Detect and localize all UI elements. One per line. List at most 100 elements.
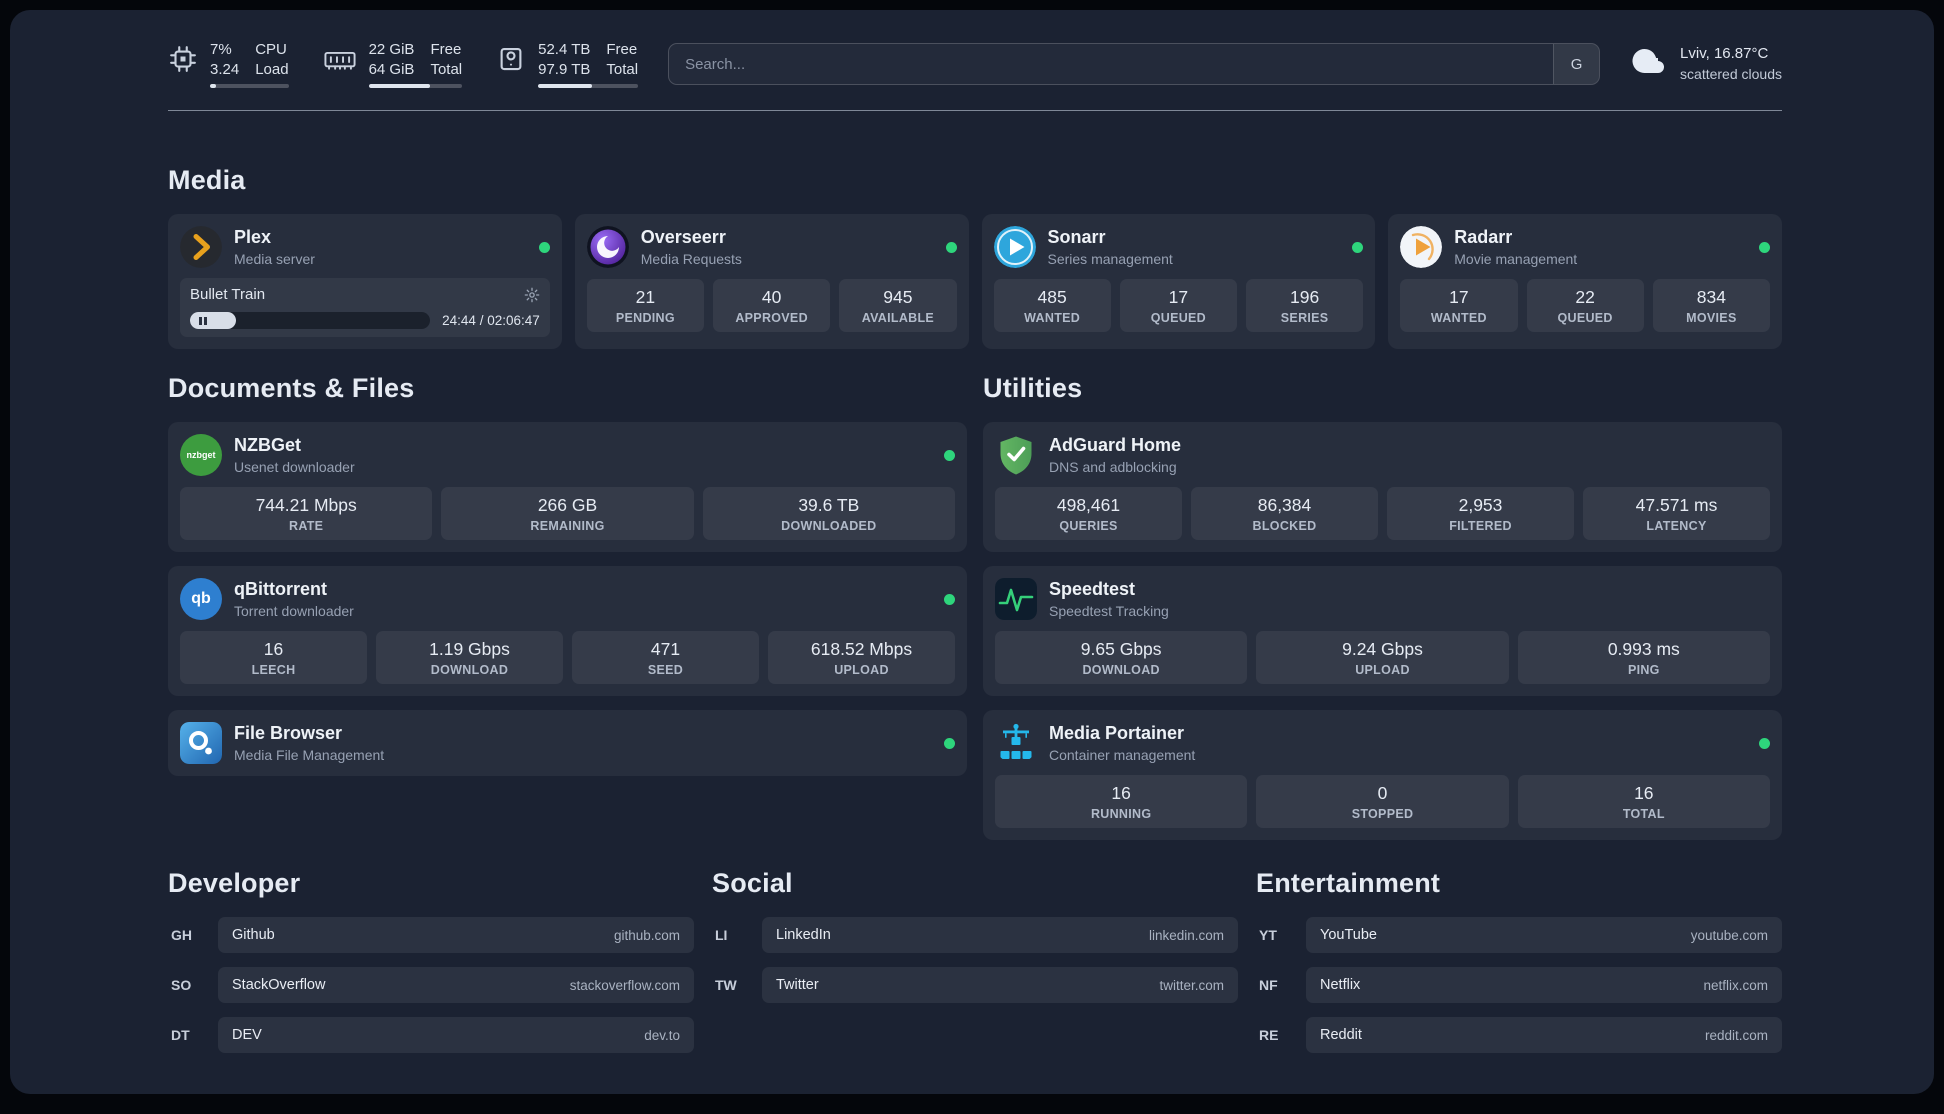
bookmark-twitter[interactable]: TW Twitter twitter.com [712,967,1238,1003]
stat-label: LEECH [251,663,296,677]
entertainment-section-title: Entertainment [1256,868,1441,898]
service-subtitle: Media Requests [640,251,742,268]
service-name: Sonarr [1047,226,1106,247]
bookmark-domain: twitter.com [1159,977,1224,993]
service-card-qbittorrent[interactable]: qb qBittorrent Torrent downloader 16 LEE… [168,566,967,696]
bookmark-abbr: LI [715,927,728,943]
bookmark-abbr: TW [715,977,737,993]
service-subtitle: Media server [234,251,315,268]
media-section: Media Plex Media server Bullet Train 24:… [168,165,1782,349]
bookmark-domain: dev.to [644,1027,680,1043]
stat-label: PENDING [615,311,675,325]
cpu-usage-bar [210,84,289,88]
service-name: Overseerr [640,226,726,247]
bookmark-abbr: NF [1259,977,1278,993]
stat-value: 2,953 [1458,495,1503,515]
stat-label: STOPPED [1351,807,1414,821]
stat-value: 196 [1290,287,1320,307]
stat-value: 498,461 [1056,495,1121,515]
stat-tile: 9.24 Gbps UPLOAD [1256,631,1509,684]
stat-tile: 16 LEECH [180,631,367,684]
service-name: NZBGet [234,434,301,455]
disk-icon [496,44,526,79]
bookmark-dev[interactable]: DT DEV dev.to [168,1017,694,1053]
service-card-plex[interactable]: Plex Media server Bullet Train 24:44 / 0… [168,214,562,349]
service-card-overseerr[interactable]: Overseerr Media Requests 21 PENDING 40 A… [574,214,969,349]
bookmark-domain: reddit.com [1704,1027,1768,1043]
stat-tile: 17 QUEUED [1119,279,1237,332]
status-dot [1759,737,1770,749]
bookmark-stackoverflow[interactable]: SO StackOverflow stackoverflow.com [168,967,694,1003]
service-name: qBittorrent [234,578,327,599]
stat-value: 1.19 Gbps [429,639,510,659]
search-bar[interactable]: G [668,43,1601,85]
radarr-icon [1400,226,1443,268]
stat-value: 0.993 ms [1607,639,1680,659]
bookmark-youtube[interactable]: YT YouTube youtube.com [1256,917,1782,953]
service-card-nzbget[interactable]: nzbget NZBGet Usenet downloader 744.21 M… [168,422,967,552]
disk-total-value: 97.9 TB [538,60,591,78]
disk-free-value: 52.4 TB [538,41,591,58]
stat-tile: 266 GB REMAINING [441,487,694,540]
stat-value: 40 [761,287,782,307]
bookmark-domain: github.com [613,927,680,943]
plex-icon [180,226,222,268]
system-widgets: 7% 3.24 CPU Load 22 GiB 64 GiB Free Tota… [168,40,639,88]
memory-free-label: Free [430,41,462,58]
bookmark-name: Reddit [1320,1027,1362,1043]
service-name: Speedtest [1049,578,1136,599]
service-card-filebrowser[interactable]: File Browser Media File Management [168,710,967,776]
stat-tile: 0 STOPPED [1256,775,1509,828]
stat-label: TOTAL [1622,807,1665,821]
service-card-sonarr[interactable]: Sonarr Series management 485 WANTED 17 Q… [981,214,1376,349]
memory-icon [323,44,357,79]
bookmark-linkedin[interactable]: LI LinkedIn linkedin.com [712,917,1238,953]
playback-progress-bar [190,312,431,329]
stat-label: DOWNLOADED [781,519,877,533]
stat-value: 21 [635,287,656,307]
stat-tile: 834 MOVIES [1652,279,1770,332]
bookmark-reddit[interactable]: RE Reddit reddit.com [1256,1017,1782,1053]
documents-section-title: Documents & Files [168,373,415,403]
bookmark-github[interactable]: GH Github github.com [168,917,694,953]
search-input[interactable] [669,55,1554,73]
stat-label: DOWNLOAD [430,663,509,677]
stat-label: UPLOAD [1355,663,1410,677]
weather-condition: scattered clouds [1680,65,1782,82]
stat-label: QUEUED [1557,311,1613,325]
portainer-icon [995,722,1037,764]
stat-label: WANTED [1430,311,1487,325]
playback-time: 24:44 / 02:06:47 [442,313,540,328]
utilities-section: Utilities AdGuard Home DNS and adblockin… [983,373,1782,840]
search-provider-button[interactable]: G [1553,44,1600,84]
service-card-adguard[interactable]: AdGuard Home DNS and adblocking 498,461 … [983,422,1782,552]
gear-icon[interactable] [524,287,540,303]
bookmarks-developer: Developer GH Github github.com SO StackO… [168,868,694,1053]
service-card-speedtest[interactable]: Speedtest Speedtest Tracking 9.65 Gbps D… [983,566,1782,696]
service-subtitle: DNS and adblocking [1049,459,1177,476]
service-subtitle: Media File Management [234,747,385,764]
stat-tile: 40 APPROVED [713,279,831,332]
stat-value: 39.6 TB [798,495,860,515]
bookmark-domain: linkedin.com [1148,927,1224,943]
disk-widget: 52.4 TB 97.9 TB Free Total [496,40,639,88]
service-name: AdGuard Home [1049,434,1182,455]
service-card-radarr[interactable]: Radarr Movie management 17 WANTED 22 QUE… [1388,214,1782,349]
nzbget-icon: nzbget [180,434,222,476]
status-dot [944,593,955,605]
bookmark-name: LinkedIn [776,927,831,943]
stat-tile: 16 TOTAL [1517,775,1770,828]
bookmark-domain: stackoverflow.com [569,977,680,993]
bookmark-name: Github [232,927,275,943]
stat-value: 17 [1168,287,1189,307]
stat-tile: 744.21 Mbps RATE [180,487,433,540]
bookmark-abbr: DT [171,1027,190,1043]
status-dot [945,241,957,253]
bookmark-netflix[interactable]: NF Netflix netflix.com [1256,967,1782,1003]
memory-total-label: Total [430,60,463,78]
stat-label: SERIES [1280,311,1329,325]
stat-label: QUERIES [1059,519,1118,533]
service-card-portainer[interactable]: Media Portainer Container management 16 … [983,710,1782,840]
bookmark-abbr: RE [1259,1027,1279,1043]
stat-label: RUNNING [1090,807,1152,821]
